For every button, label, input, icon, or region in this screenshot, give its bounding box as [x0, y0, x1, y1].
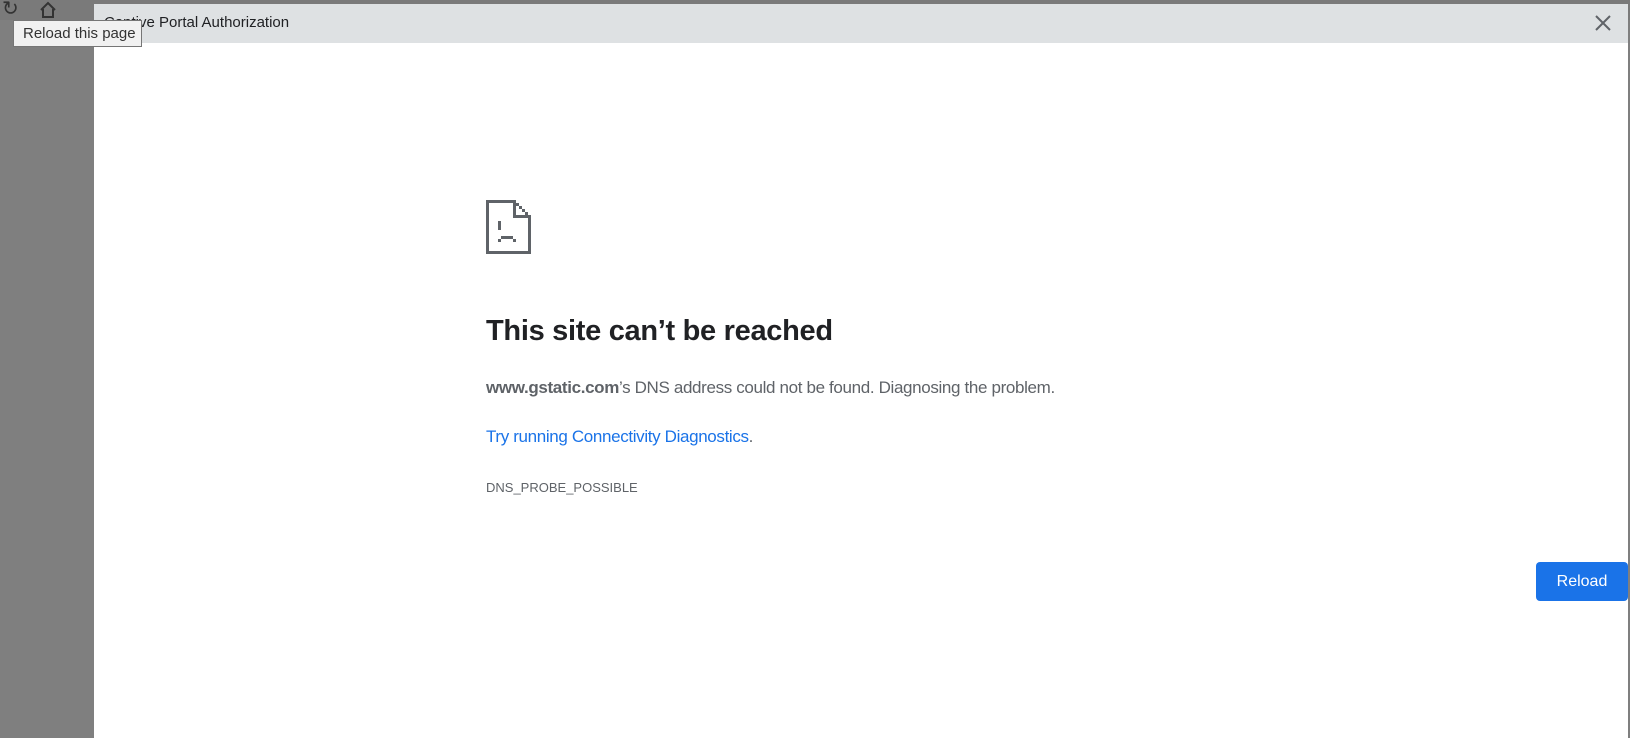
error-heading: This site can’t be reached [486, 315, 833, 347]
link-suffix: . [748, 427, 754, 446]
error-description: www.gstatic.com’s DNS address could not … [486, 378, 1055, 398]
reload-button[interactable]: Reload [1536, 562, 1628, 601]
connectivity-diagnostics-link[interactable]: Try running Connectivity Diagnostics [486, 427, 749, 446]
error-message: ’s DNS address could not be found. Diagn… [618, 378, 1055, 397]
diagnostics-line: Try running Connectivity Diagnostics. [486, 427, 753, 447]
error-host: www.gstatic.com [486, 378, 619, 397]
captive-portal-dialog: Captive Portal Authorization This site c… [94, 4, 1628, 738]
home-icon[interactable] [38, 1, 58, 19]
reload-tooltip: Reload this page [13, 20, 142, 47]
dialog-titlebar: Captive Portal Authorization [94, 4, 1628, 43]
close-icon[interactable] [1590, 10, 1616, 36]
reload-icon[interactable]: ↻ [2, 0, 19, 19]
sad-page-icon [486, 200, 531, 254]
error-code: DNS_PROBE_POSSIBLE [486, 480, 638, 495]
